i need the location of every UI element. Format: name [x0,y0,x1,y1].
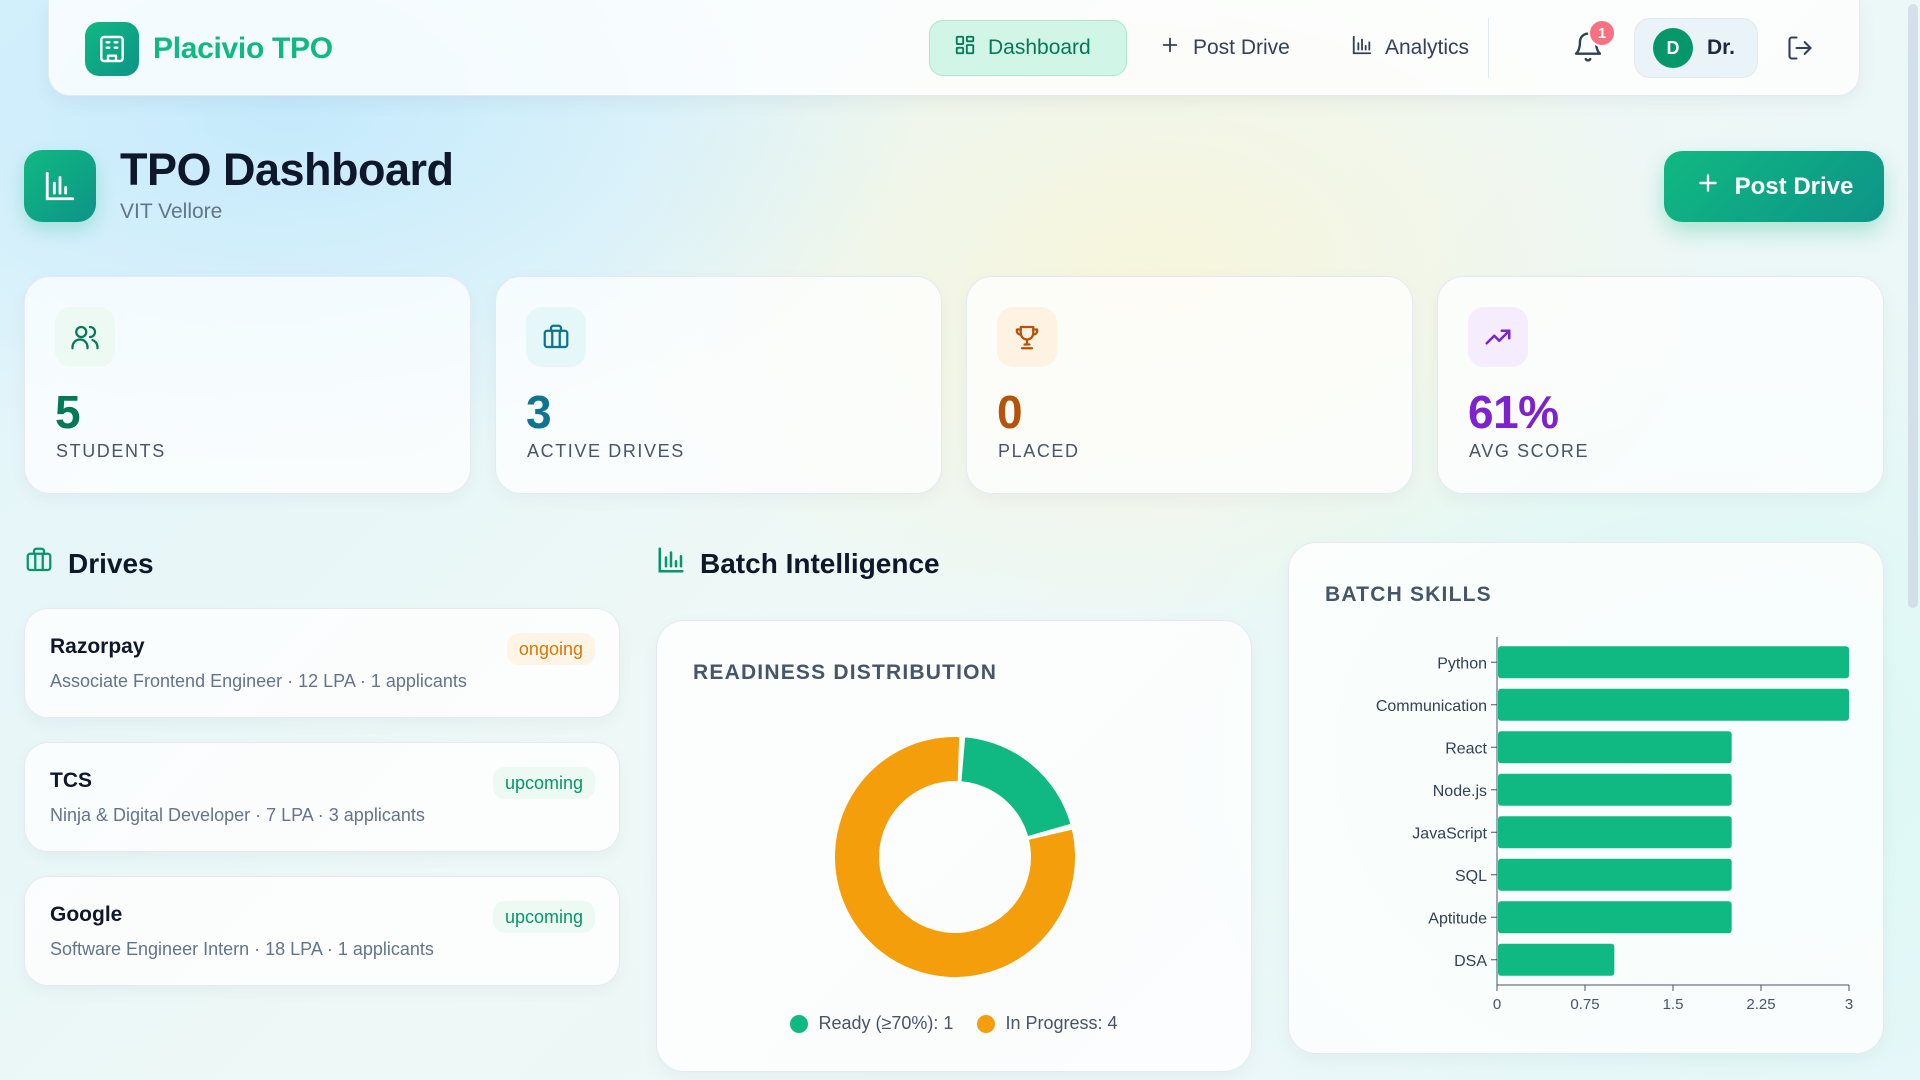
page-subtitle: VIT Vellore [120,200,223,223]
brand[interactable]: Placivio TPO [85,22,333,76]
nav-divider [1488,18,1489,78]
bar-dsa[interactable] [1498,943,1615,976]
post-drive-button[interactable]: Post Drive [1664,151,1884,222]
plus-icon [1159,34,1181,62]
bar-javascript[interactable] [1498,816,1732,849]
batch-skills-panel: BATCH SKILLS Python Communication React Nod… [1288,542,1884,1054]
briefcase-icon [526,307,586,367]
stat-card-placed: 0 PLACED [966,276,1413,494]
readiness-legend: Ready (≥70%): 1 In Progress: 4 [657,1013,1251,1034]
stat-value: 0 [997,386,1023,438]
bar-react[interactable] [1498,731,1732,764]
dashboard-chart-icon [24,150,96,222]
x-tick-label: 1.5 [1663,996,1684,1013]
page-title: TPO Dashboard [120,144,454,195]
logout-icon[interactable] [1786,34,1814,62]
x-tick-label: 3 [1845,996,1853,1013]
status-badge: upcoming [492,901,595,933]
nav-post-drive[interactable]: Post Drive [1135,20,1314,76]
y-tick-label: JavaScript [1412,825,1487,842]
trophy-icon [997,307,1057,367]
stat-label: PLACED [998,441,1080,461]
y-tick-label: Python [1437,655,1487,672]
nav-dashboard-label: Dashboard [988,36,1091,59]
drive-meta: Software Engineer Intern · 18 LPA · 1 ap… [50,939,434,959]
stat-card-avg-score: 61% AVG SCORE [1437,276,1884,494]
notification-badge: 1 [1588,19,1616,47]
batch-skills-bar-chart: Python Communication React Node.js JavaScrip… [1376,637,1853,1013]
nav-analytics-label: Analytics [1385,36,1470,59]
status-badge: upcoming [492,767,595,799]
slice-ready[interactable] [961,737,1071,837]
building-icon [85,22,139,76]
post-drive-button-label: Post Drive [1734,172,1854,200]
drive-card[interactable]: TCS Ninja & Digital Developer · 7 LPA · … [24,742,620,852]
bar-sql[interactable] [1498,858,1732,891]
bar-communication[interactable] [1498,688,1849,721]
drive-company: Google [50,903,123,926]
drive-card[interactable]: Google Software Engineer Intern · 18 LPA… [24,876,620,986]
batch-intelligence-heading: Batch Intelligence [656,545,940,582]
briefcase-icon [24,545,54,582]
stat-value: 3 [526,386,552,438]
x-tick-label: 0.75 [1570,996,1599,1013]
y-tick-label: Node.js [1433,783,1487,800]
drive-company: TCS [50,769,92,792]
y-tick-label: DSA [1454,953,1487,970]
grid-icon [954,34,976,62]
x-tick-label: 2.25 [1746,996,1775,1013]
nav-post-drive-label: Post Drive [1193,36,1290,59]
y-tick-label: SQL [1455,868,1487,885]
user-name: Dr. [1707,36,1736,59]
legend-label: In Progress: 4 [1005,1013,1118,1033]
status-badge: ongoing [506,633,595,665]
drive-card[interactable]: Razorpay Associate Frontend Engineer · 1… [24,608,620,718]
users-icon [55,307,115,367]
y-tick-label: Aptitude [1428,910,1487,927]
stat-label: AVG SCORE [1469,441,1590,461]
legend-item-in-progress: In Progress: 4 [977,1013,1118,1034]
readiness-panel: READINESS DISTRIBUTION Ready (≥70%): 1 I… [656,620,1252,1072]
user-menu[interactable]: D Dr. [1634,18,1758,78]
bar-chart-icon [656,545,686,582]
stat-card-active-drives: 3 ACTIVE DRIVES [495,276,942,494]
x-tick-label: 0 [1493,996,1501,1013]
brand-name: Placivio TPO [153,32,333,65]
y-tick-label: React [1445,740,1487,757]
readiness-donut-chart [835,737,1075,977]
drive-meta: Ninja & Digital Developer · 7 LPA · 3 ap… [50,805,425,825]
bar-node-js[interactable] [1498,773,1732,806]
avatar: D [1653,28,1693,68]
stat-value: 61% [1468,386,1559,438]
legend-label: Ready (≥70%): 1 [818,1013,954,1033]
stat-label: ACTIVE DRIVES [527,441,685,461]
drive-company: Razorpay [50,635,145,658]
page-scrollbar[interactable] [1908,4,1918,608]
legend-dot [977,1014,996,1033]
batch-intelligence-heading-label: Batch Intelligence [700,547,940,579]
legend-item-ready: Ready (≥70%): 1 [790,1013,953,1034]
plus-icon [1695,170,1721,203]
stat-value: 5 [55,386,81,438]
trending-up-icon [1468,307,1528,367]
stat-label: STUDENTS [56,441,166,461]
y-tick-label: Communication [1376,698,1487,715]
drive-meta: Associate Frontend Engineer · 12 LPA · 1… [50,671,467,691]
bar-chart-icon [1351,34,1373,62]
batch-skills-title: BATCH SKILLS [1325,583,1492,606]
nav-dashboard[interactable]: Dashboard [929,20,1127,76]
drives-heading-label: Drives [68,547,154,579]
bar-aptitude[interactable] [1498,901,1732,934]
stat-card-students: 5 STUDENTS [24,276,471,494]
nav-analytics[interactable]: Analytics [1327,20,1493,76]
legend-dot [790,1014,809,1033]
bar-python[interactable] [1498,646,1849,679]
drives-heading: Drives [24,545,154,582]
